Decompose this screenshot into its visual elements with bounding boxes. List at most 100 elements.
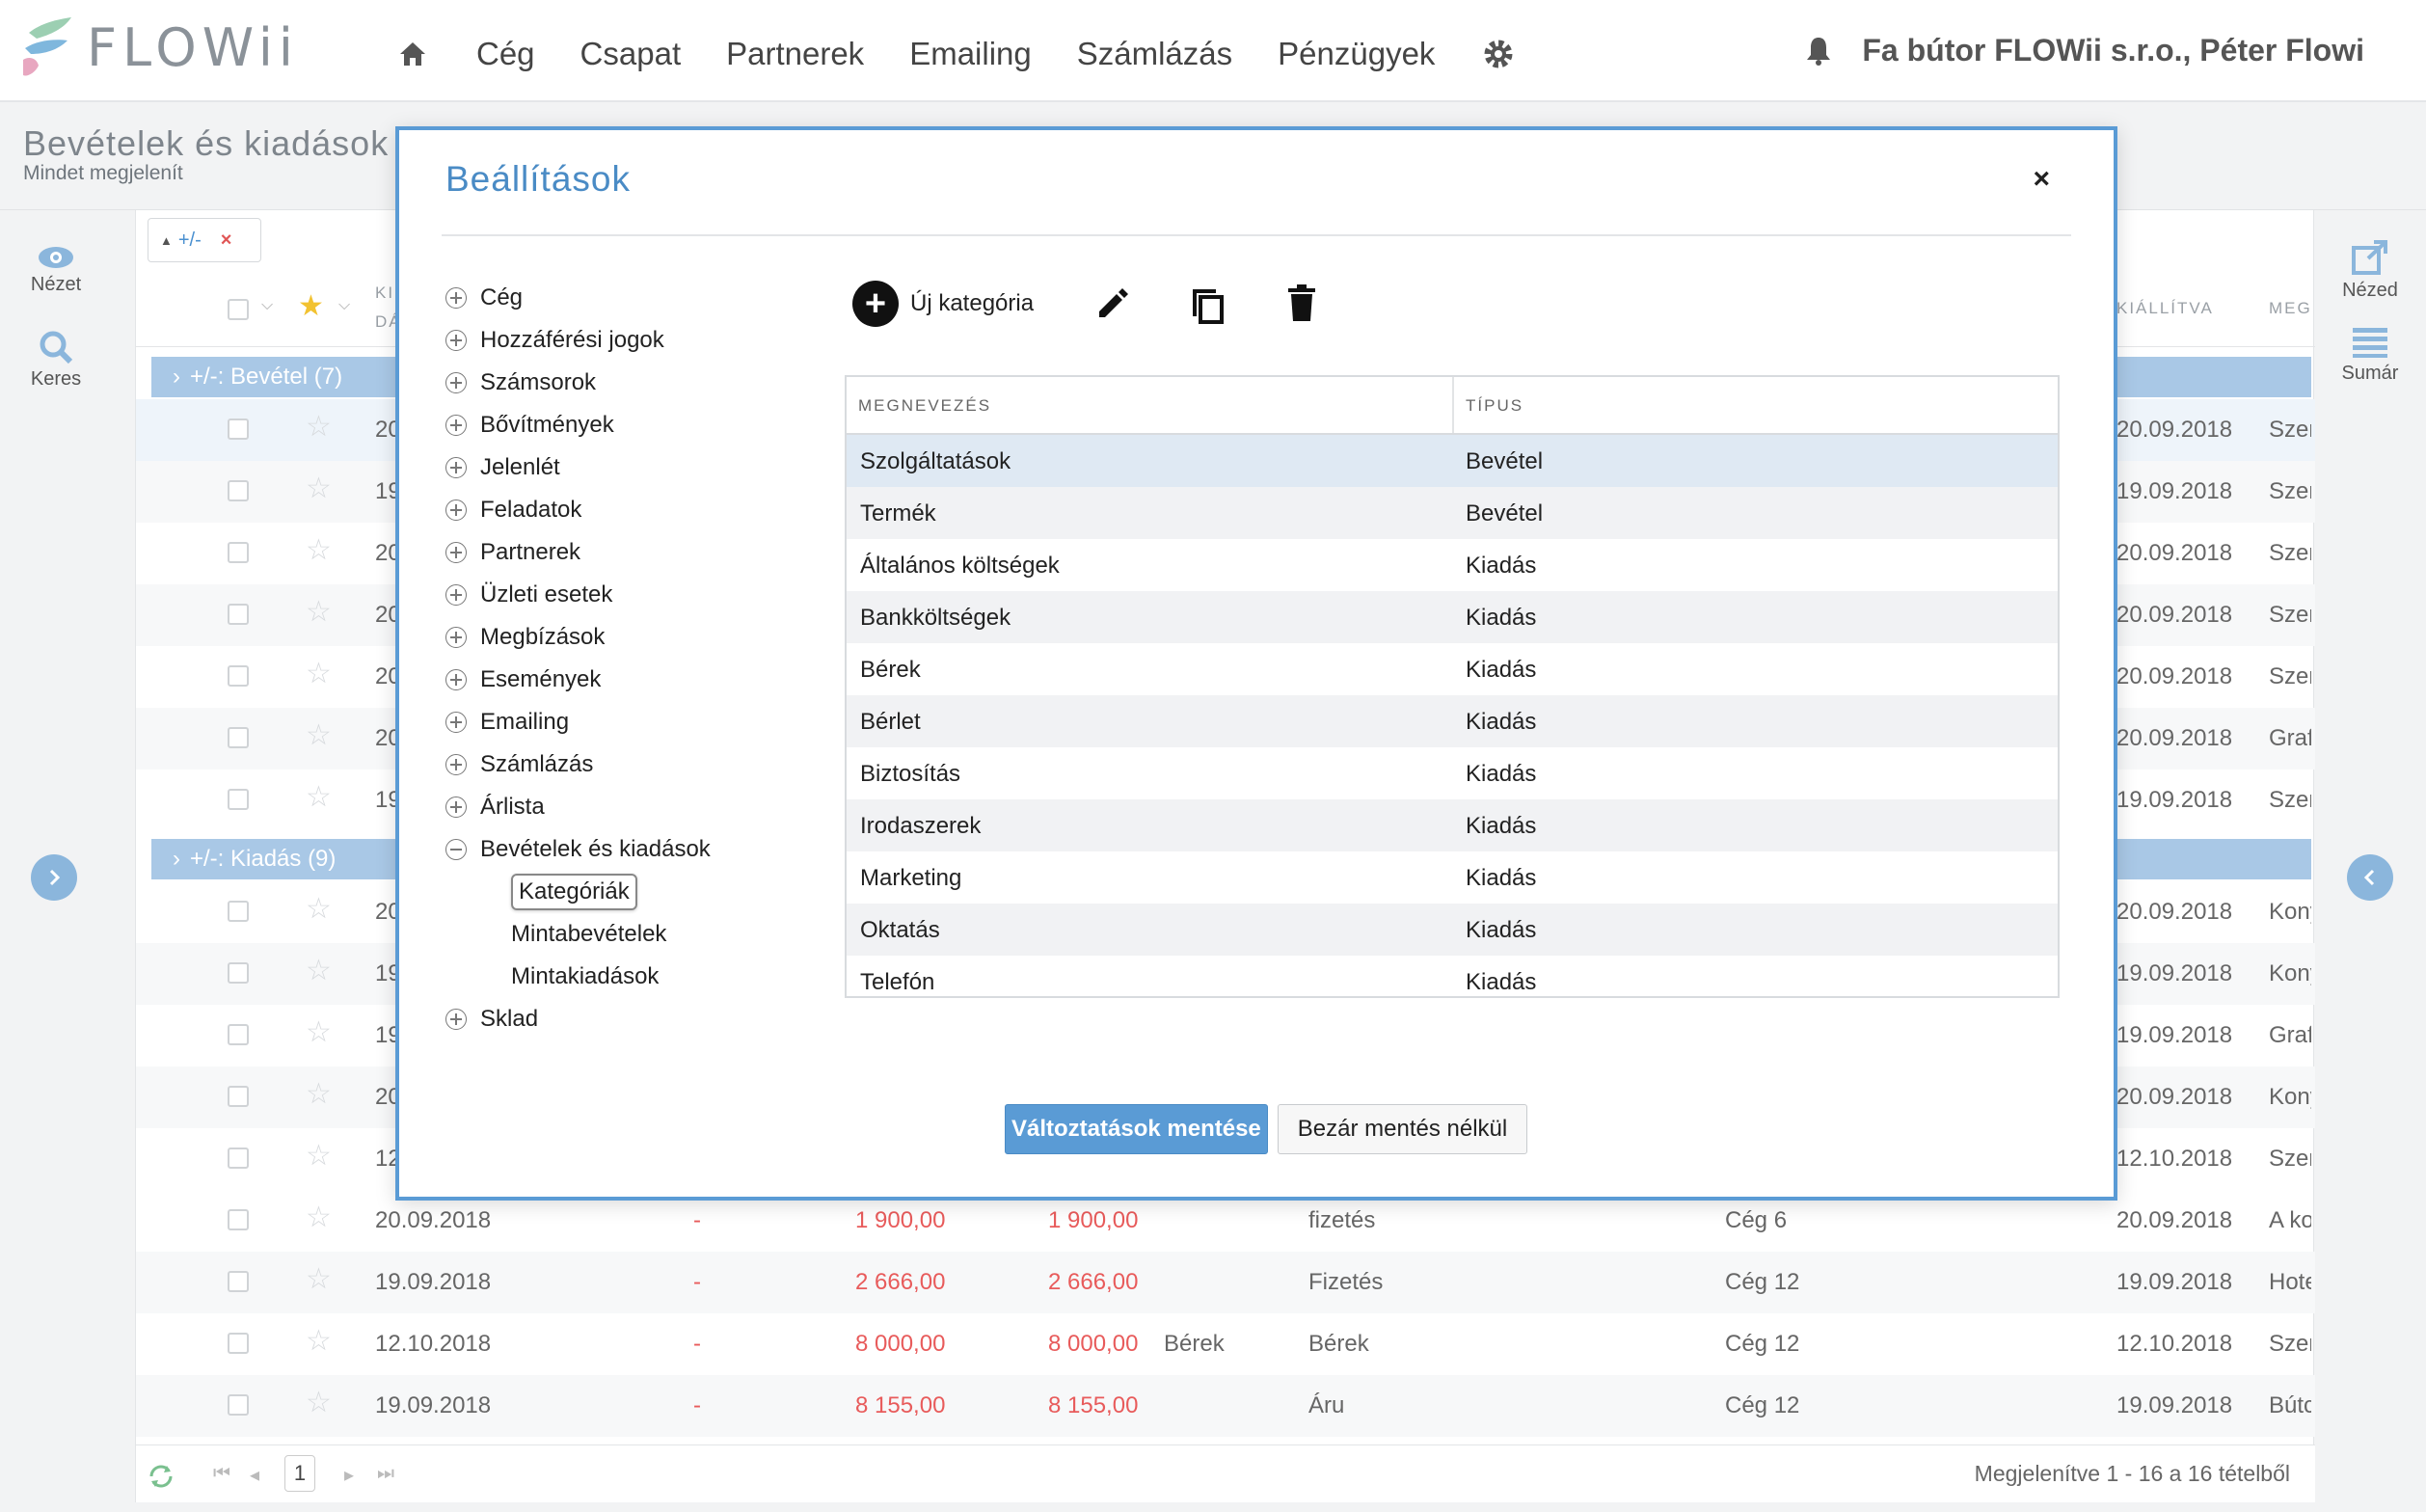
column-header-type[interactable]: TÍPUS — [1466, 396, 1523, 416]
copy-icon[interactable] — [1186, 283, 1228, 325]
star-icon[interactable]: ☆ — [306, 957, 332, 986]
row-checkbox[interactable] — [228, 1209, 249, 1230]
open-view-tool[interactable]: Nézed — [2314, 239, 2426, 302]
expand-icon[interactable] — [445, 372, 467, 393]
flowii-logo[interactable]: FLOWii — [21, 15, 299, 79]
star-icon[interactable]: ☆ — [306, 598, 332, 627]
star-icon[interactable]: ☆ — [306, 1389, 332, 1418]
tree-item[interactable]: Emailing — [445, 701, 812, 743]
page-number[interactable]: 1 — [284, 1455, 315, 1492]
row-checkbox[interactable] — [228, 962, 249, 984]
row-checkbox[interactable] — [228, 1148, 249, 1169]
star-icon[interactable]: ☆ — [306, 536, 332, 565]
bell-icon[interactable] — [1804, 35, 1833, 68]
search-tool[interactable]: Keres — [0, 330, 112, 391]
chevron-down-icon[interactable]: ⌵ — [338, 297, 350, 314]
tree-item[interactable]: Üzleti esetek — [445, 574, 812, 616]
column-header-date[interactable]: KI — [375, 284, 394, 303]
category-row[interactable]: Irodaszerek Kiadás — [847, 799, 2058, 851]
close-icon[interactable]: × — [2033, 165, 2050, 194]
nav-item-csapat[interactable]: Csapat — [580, 36, 682, 72]
row-checkbox[interactable] — [228, 1086, 249, 1107]
user-name[interactable]: Fa bútor FLOWii s.r.o., Péter Flowi — [1862, 33, 2364, 68]
close-without-saving-button[interactable]: Bezár mentés nélkül — [1277, 1104, 1528, 1154]
tree-item[interactable]: Partnerek — [445, 531, 812, 574]
tree-item[interactable]: Árlista — [445, 786, 812, 828]
star-icon[interactable]: ☆ — [306, 1018, 332, 1047]
star-icon[interactable]: ☆ — [306, 721, 332, 750]
star-filter-icon[interactable]: ★ — [298, 289, 324, 323]
tree-item[interactable]: Események — [445, 659, 812, 701]
nav-item-szamlazas[interactable]: Számlázás — [1077, 36, 1232, 72]
category-row[interactable]: Biztosítás Kiadás — [847, 747, 2058, 799]
summary-tool[interactable]: Sumár — [2314, 326, 2426, 385]
table-row[interactable]: ☆ 19.09.2018 - 2 666,00 2 666,00 Fizetés Cég 1… — [136, 1252, 2315, 1313]
tree-item[interactable]: Jelenlét — [445, 446, 812, 489]
row-checkbox[interactable] — [228, 1333, 249, 1354]
category-row[interactable]: Telefón Kiadás — [847, 956, 2058, 996]
view-tool[interactable]: Nézet — [0, 245, 112, 296]
star-icon[interactable]: ☆ — [306, 1080, 332, 1109]
column-header-name[interactable]: MEGNEVEZÉS — [858, 396, 991, 416]
row-checkbox[interactable] — [228, 480, 249, 501]
row-checkbox[interactable] — [228, 542, 249, 563]
expand-icon[interactable] — [445, 330, 467, 351]
collapse-right-button[interactable] — [2347, 854, 2393, 901]
tree-item[interactable]: Számlázás — [445, 743, 812, 786]
expand-icon[interactable] — [445, 754, 467, 775]
nav-item-penzugyek[interactable]: Pénzügyek — [1278, 36, 1435, 72]
star-icon[interactable]: ☆ — [306, 1142, 332, 1171]
row-checkbox[interactable] — [228, 1271, 249, 1292]
delete-icon[interactable] — [1280, 283, 1323, 325]
category-row[interactable]: Bankköltségek Kiadás — [847, 591, 2058, 643]
category-row[interactable]: Termék Bevétel — [847, 487, 2058, 539]
column-header-issued[interactable]: KIÁLLÍTVA — [2116, 299, 2214, 318]
select-all-checkbox[interactable] — [228, 299, 249, 320]
home-icon[interactable] — [393, 35, 432, 73]
row-checkbox[interactable] — [228, 901, 249, 922]
table-row[interactable]: ☆ 19.09.2018 - 8 155,00 8 155,00 Áru Cég 12 19.… — [136, 1375, 2315, 1437]
tree-subitem[interactable]: Mintabevételek — [445, 913, 812, 956]
nav-item-ceg[interactable]: Cég — [476, 36, 535, 72]
expand-icon[interactable] — [445, 584, 467, 606]
prev-page-icon[interactable]: ◂ — [250, 1463, 259, 1487]
tree-item[interactable]: Bővítmények — [445, 404, 812, 446]
row-checkbox[interactable] — [228, 418, 249, 440]
new-category-button[interactable]: + Új kategória — [852, 281, 1034, 327]
expand-icon[interactable] — [445, 1009, 467, 1030]
tree-subitem[interactable]: Kategóriák — [445, 871, 812, 913]
tree-item[interactable]: Bevételek és kiadások — [445, 828, 812, 871]
refresh-icon[interactable] — [146, 1463, 176, 1490]
expand-icon[interactable] — [445, 669, 467, 690]
tree-item[interactable]: Sklad — [445, 998, 812, 1040]
save-changes-button[interactable]: Változtatások mentése — [1005, 1104, 1268, 1154]
category-row[interactable]: Oktatás Kiadás — [847, 904, 2058, 956]
nav-item-partnerek[interactable]: Partnerek — [726, 36, 864, 72]
row-checkbox[interactable] — [228, 604, 249, 625]
star-icon[interactable]: ☆ — [306, 1203, 332, 1232]
expand-icon[interactable] — [445, 457, 467, 478]
first-page-icon[interactable]: ⏮ — [213, 1463, 230, 1485]
category-row[interactable]: Bérlet Kiadás — [847, 695, 2058, 747]
category-row[interactable]: Bérek Kiadás — [847, 643, 2058, 695]
table-row[interactable]: ☆ 12.10.2018 - 8 000,00 8 000,00 Bérek Bérek Cé… — [136, 1313, 2315, 1375]
category-row[interactable]: Marketing Kiadás — [847, 851, 2058, 904]
filter-chip[interactable]: ▲ +/- × — [148, 218, 261, 262]
row-checkbox[interactable] — [228, 789, 249, 810]
nav-item-emailing[interactable]: Emailing — [909, 36, 1032, 72]
last-page-icon[interactable]: ⏭ — [377, 1463, 394, 1485]
tree-item[interactable]: Hozzáférési jogok — [445, 319, 812, 362]
remove-filter-icon[interactable]: × — [221, 230, 232, 252]
star-icon[interactable]: ☆ — [306, 895, 332, 924]
expand-icon[interactable] — [445, 287, 467, 309]
category-row[interactable]: Általános költségek Kiadás — [847, 539, 2058, 591]
expand-icon[interactable] — [445, 712, 467, 733]
star-icon[interactable]: ☆ — [306, 783, 332, 812]
page-subtitle[interactable]: Mindet megjelenít — [23, 162, 183, 185]
next-page-icon[interactable]: ▸ — [344, 1463, 354, 1487]
category-row[interactable]: Szolgáltatások Bevétel — [847, 435, 2058, 487]
row-checkbox[interactable] — [228, 727, 249, 748]
edit-icon[interactable] — [1092, 283, 1134, 325]
gear-icon[interactable] — [1480, 36, 1517, 72]
row-checkbox[interactable] — [228, 1394, 249, 1416]
